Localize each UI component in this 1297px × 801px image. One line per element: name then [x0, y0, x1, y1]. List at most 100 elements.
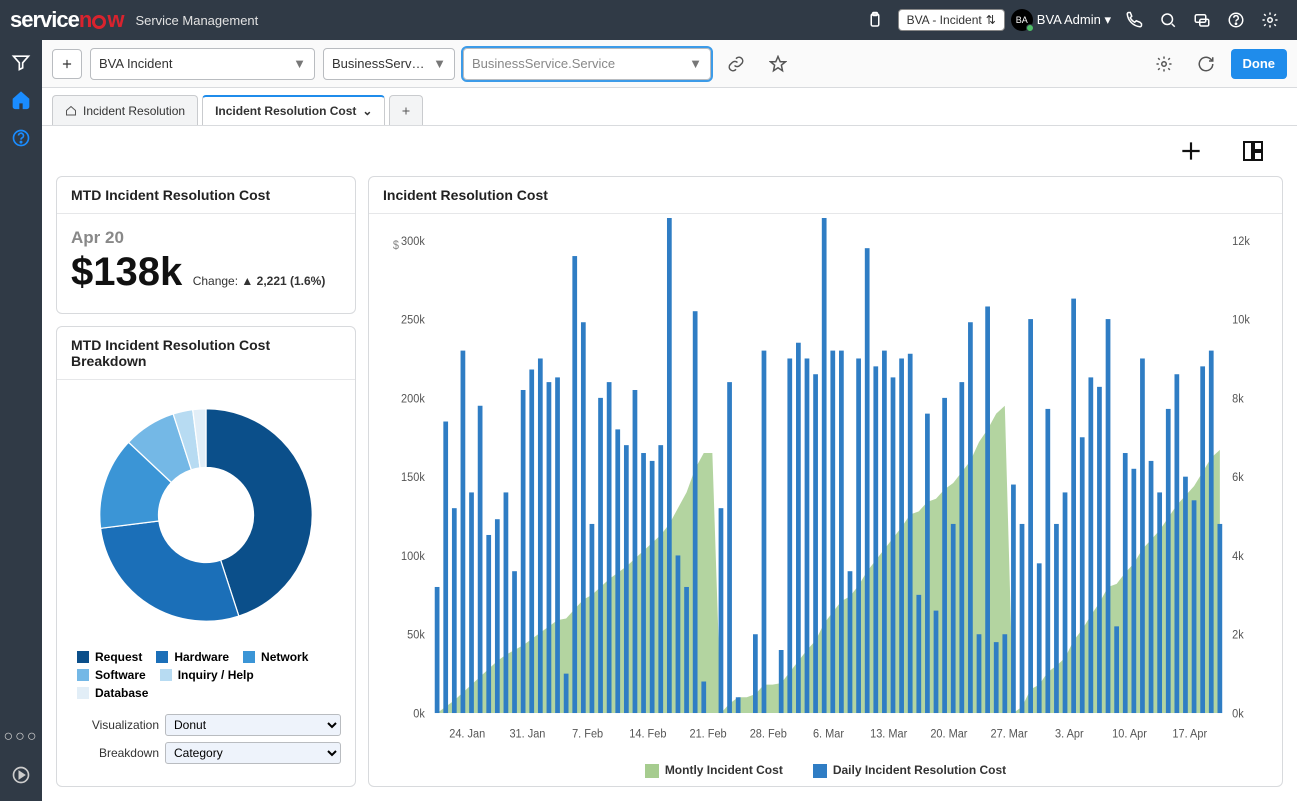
square-icon	[645, 764, 659, 778]
chevron-down-icon: ⌄	[362, 104, 372, 118]
square-icon	[813, 764, 827, 778]
user-menu[interactable]: BVA Admin ▾	[1037, 12, 1111, 28]
svg-text:8k: 8k	[1232, 392, 1244, 406]
add-tab-button[interactable]	[389, 95, 423, 125]
svg-text:2k: 2k	[1232, 628, 1244, 642]
refresh-icon[interactable]	[1192, 50, 1220, 78]
tab-incident-resolution[interactable]: Incident Resolution	[52, 95, 198, 125]
dashboard-body: MTD Incident Resolution Cost Apr 20 $138…	[42, 176, 1297, 801]
legend-item: Database	[77, 686, 148, 700]
svg-text:10. Apr: 10. Apr	[1112, 727, 1147, 741]
svg-text:17. Apr: 17. Apr	[1172, 727, 1207, 741]
layout-icon[interactable]	[1239, 137, 1267, 165]
donut-chart	[81, 390, 331, 640]
add-button[interactable]	[52, 49, 82, 79]
svg-text:4k: 4k	[1232, 549, 1244, 563]
question-icon[interactable]	[5, 122, 37, 154]
chart-legend: Montly Incident Cost Daily Incident Reso…	[369, 759, 1282, 786]
home-icon	[65, 105, 77, 117]
breakdown-source-label: BusinessService.Se...	[332, 56, 427, 71]
avatar-initials: BA	[1016, 15, 1028, 25]
svg-text:28. Feb: 28. Feb	[750, 727, 787, 741]
svg-text:6. Mar: 6. Mar	[813, 727, 844, 741]
breakdown-label: Breakdown	[71, 746, 159, 760]
kpi-date: Apr 20	[71, 228, 341, 248]
bva-picker[interactable]: BVA - Incident ⇅	[898, 9, 1005, 31]
square-icon	[160, 669, 172, 681]
tab-incident-resolution-cost[interactable]: Incident Resolution Cost ⌄	[202, 95, 385, 125]
presence-dot	[1026, 24, 1034, 32]
run-icon[interactable]	[5, 759, 37, 791]
indicator-dropdown-label: BVA Incident	[99, 56, 287, 71]
svg-text:0k: 0k	[1232, 707, 1244, 721]
global-header: servicenw Service Management BVA - Incid…	[0, 0, 1297, 40]
sidebar: ○○○	[0, 40, 42, 801]
element-dropdown[interactable]: BusinessService.Service ▼	[463, 48, 711, 80]
help-icon[interactable]	[1222, 6, 1250, 34]
kpi-card: MTD Incident Resolution Cost Apr 20 $138…	[56, 176, 356, 314]
chevron-down-icon: ▼	[689, 56, 702, 71]
chevron-down-icon: ▼	[293, 56, 306, 71]
chat-icon[interactable]	[1188, 6, 1216, 34]
add-widget-icon[interactable]	[1177, 137, 1205, 165]
legend-item: Software	[77, 668, 146, 682]
svg-text:250k: 250k	[401, 313, 425, 327]
clipboard-icon[interactable]	[861, 6, 889, 34]
breakdown-source-dropdown[interactable]: BusinessService.Se...▼	[323, 48, 455, 80]
square-icon	[77, 687, 89, 699]
svg-text:12k: 12k	[1232, 234, 1250, 248]
svg-text:7. Feb: 7. Feb	[572, 727, 603, 741]
tab-label: Incident Resolution Cost	[215, 104, 356, 118]
svg-text:10k: 10k	[1232, 313, 1250, 327]
svg-text:21. Feb: 21. Feb	[689, 727, 726, 741]
indicator-dropdown[interactable]: BVA Incident ▼	[90, 48, 315, 80]
kpi-change: Change: ▲ 2,221 (1.6%)	[193, 274, 326, 288]
gear-icon[interactable]	[1256, 6, 1284, 34]
svg-text:200k: 200k	[401, 392, 425, 406]
svg-text:24. Jan: 24. Jan	[449, 727, 485, 741]
tab-label: Incident Resolution	[83, 104, 185, 118]
favorite-icon[interactable]	[764, 50, 792, 78]
svg-text:100k: 100k	[401, 549, 425, 563]
arrow-up-icon: ▲	[241, 274, 253, 288]
legend-bar: Daily Incident Resolution Cost	[813, 763, 1006, 778]
avatar[interactable]: BA	[1011, 9, 1033, 31]
svg-text:27. Mar: 27. Mar	[991, 727, 1028, 741]
kpi-change-label: Change:	[193, 274, 238, 288]
legend-area-text: Montly Incident Cost	[665, 763, 783, 777]
svg-text:20. Mar: 20. Mar	[930, 727, 967, 741]
done-button[interactable]: Done	[1231, 49, 1288, 79]
legend-item: Network	[243, 650, 308, 664]
combo-chart: 0k50k100k150k200k250k300k0k2k4k6k8k10k12…	[375, 218, 1272, 753]
visualization-select[interactable]: Donut	[165, 714, 341, 736]
legend-item: Inquiry / Help	[160, 668, 254, 682]
breakdown-select[interactable]: Category	[165, 742, 341, 764]
user-name-text: BVA Admin	[1037, 12, 1101, 27]
widget-actions	[42, 126, 1297, 176]
svg-text:6k: 6k	[1232, 471, 1244, 485]
kpi-change-value: 2,221 (1.6%)	[257, 274, 326, 288]
svg-text:$: $	[393, 239, 400, 253]
search-icon[interactable]	[1154, 6, 1182, 34]
svg-text:14. Feb: 14. Feb	[629, 727, 666, 741]
chart-card: Incident Resolution Cost 0k50k100k150k20…	[368, 176, 1283, 787]
element-dropdown-placeholder: BusinessService.Service	[472, 56, 683, 71]
home-icon[interactable]	[5, 84, 37, 116]
svg-text:31. Jan: 31. Jan	[509, 727, 545, 741]
legend-item: Request	[77, 650, 142, 664]
legend-item: Hardware	[156, 650, 229, 664]
filter-icon[interactable]	[5, 46, 37, 78]
breakdown-card: MTD Incident Resolution Cost Breakdown R…	[56, 326, 356, 787]
square-icon	[243, 651, 255, 663]
updown-icon: ⇅	[986, 13, 996, 27]
tab-bar: Incident Resolution Incident Resolution …	[42, 88, 1297, 126]
logo: servicenw	[10, 7, 123, 33]
svg-text:13. Mar: 13. Mar	[870, 727, 907, 741]
settings-icon[interactable]	[1150, 50, 1178, 78]
kpi-value: $138k	[71, 250, 182, 295]
square-icon	[156, 651, 168, 663]
phone-icon[interactable]	[1120, 6, 1148, 34]
more-icon[interactable]: ○○○	[5, 721, 37, 753]
link-icon[interactable]	[722, 50, 750, 78]
bva-picker-label: BVA - Incident	[907, 13, 982, 27]
